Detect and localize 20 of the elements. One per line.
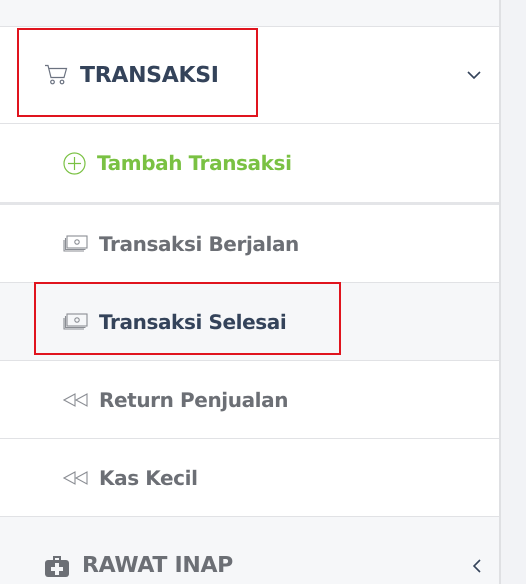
banknotes-icon — [63, 312, 88, 330]
menu-item-label: Tambah Transaksi — [97, 151, 292, 175]
medical-kit-icon — [44, 554, 70, 578]
menu-item-label: Transaksi Berjalan — [99, 232, 299, 256]
rewind-icon — [63, 392, 88, 406]
menu-item-label: Return Penjualan — [99, 388, 288, 412]
banknotes-icon — [63, 234, 88, 252]
plus-circle-icon — [63, 152, 86, 174]
menu-item-label: Kas Kecil — [99, 466, 198, 490]
section-header[interactable]: TRANSAKSI — [0, 27, 499, 124]
section-title: TRANSAKSI — [80, 62, 219, 88]
menu-item-label: Transaksi Selesai — [99, 310, 286, 334]
section-title: RAWAT INAP — [82, 553, 233, 578]
section-header[interactable]: RAWAT INAP — [0, 517, 499, 584]
chevron-down-icon — [467, 71, 481, 79]
menu-item[interactable]: Return Penjualan — [0, 361, 499, 439]
chevron-left-icon — [473, 558, 481, 572]
rewind-icon — [63, 470, 88, 484]
menu-item[interactable]: Transaksi Selesai — [0, 283, 499, 361]
cart-icon — [44, 64, 68, 86]
